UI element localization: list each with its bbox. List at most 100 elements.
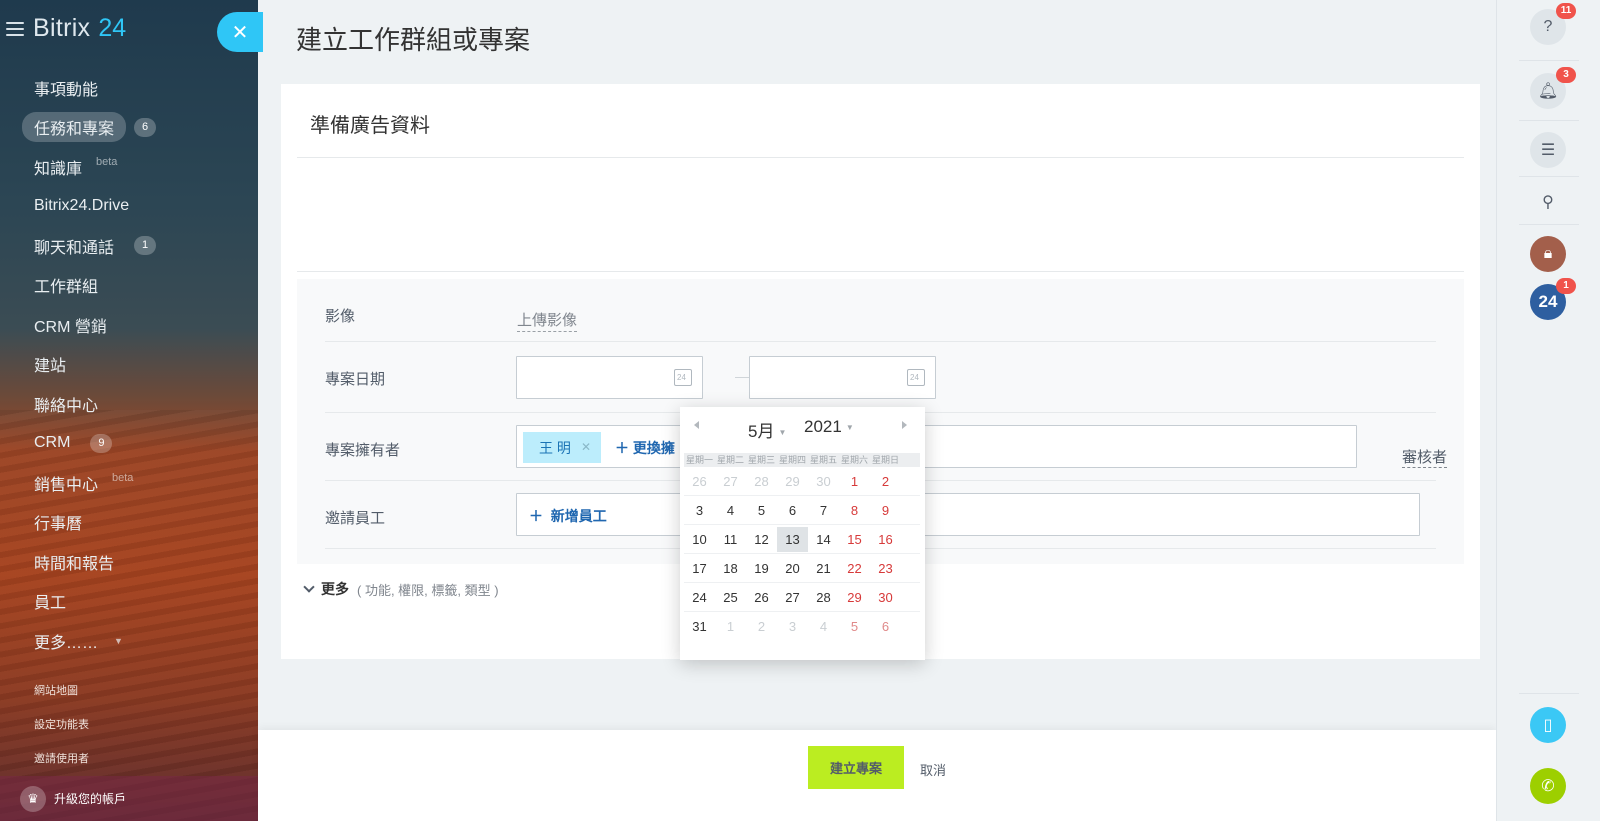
create-project-button[interactable]: 建立專案 xyxy=(808,746,904,789)
bitrix24-button[interactable]: 24 1 xyxy=(1530,278,1576,320)
prev-month-icon[interactable] xyxy=(694,421,699,429)
sidebar-item-employees[interactable]: 員工 xyxy=(0,582,258,622)
calendar-day[interactable]: 30 xyxy=(870,585,901,610)
calendar-week: 24 25 26 27 28 29 30 xyxy=(684,583,920,612)
start-date-input[interactable] xyxy=(516,356,703,399)
calendar-day[interactable]: 4 xyxy=(808,614,839,639)
notifications-button[interactable]: 🔔︎ 3 xyxy=(1530,67,1576,109)
sidebar-item-label: 知識庫 xyxy=(34,160,83,178)
calendar-day[interactable]: 14 xyxy=(808,527,839,552)
calendar-day[interactable]: 6 xyxy=(870,614,901,639)
chevron-down-icon: ▼ xyxy=(114,635,123,646)
upgrade-account-button[interactable]: ♛ 升級您的帳戶 xyxy=(0,776,258,821)
sidebar-item-sites[interactable]: 建站 xyxy=(0,345,258,385)
calendar-week: 3456789 xyxy=(684,496,920,525)
calendar-day[interactable]: 20 xyxy=(777,556,808,581)
calendar-icon[interactable] xyxy=(907,369,925,386)
lock-button[interactable]: 🔒︎ xyxy=(1530,236,1566,272)
next-month-icon[interactable] xyxy=(902,421,907,429)
calendar-day[interactable]: 18 xyxy=(715,556,746,581)
sidebar-item-time-reports[interactable]: 時間和報告 xyxy=(0,542,258,582)
calendar-day[interactable]: 22 xyxy=(839,556,870,581)
calendar-day[interactable]: 29 xyxy=(777,469,808,494)
mobile-app-button[interactable]: ▯ xyxy=(1530,707,1566,743)
calendar-day[interactable]: 15 xyxy=(839,527,870,552)
calendar-day[interactable]: 4 xyxy=(715,498,746,523)
calendar-day[interactable]: 13 xyxy=(777,526,808,552)
calendar-day[interactable]: 31 xyxy=(684,614,715,639)
sidebar-item-more[interactable]: 更多…… ▼ xyxy=(0,621,258,661)
more-options-toggle[interactable]: 更多 ( 功能, 權限, 標籤, 類型 ) xyxy=(303,579,499,599)
help-button[interactable]: ? 11 xyxy=(1530,3,1576,45)
calendar-day[interactable]: 3 xyxy=(777,614,808,639)
calendar-day[interactable]: 27 xyxy=(715,469,746,494)
phone-button[interactable]: ✆ xyxy=(1530,768,1566,804)
sidebar-item-sales-center[interactable]: 銷售中心 beta xyxy=(0,463,258,503)
upload-image-link[interactable]: 上傳影像 xyxy=(517,309,578,332)
calendar-day[interactable]: 17 xyxy=(684,556,715,581)
brand-name[interactable]: Bitrix xyxy=(33,14,90,43)
calendar-day[interactable]: 16 xyxy=(870,527,901,552)
invite-field[interactable]: ＋ 新增員工 xyxy=(516,493,1420,536)
calendar-day[interactable]: 12 xyxy=(746,527,777,552)
calendar-day[interactable]: 2 xyxy=(870,469,901,494)
calendar-day[interactable]: 28 xyxy=(746,469,777,494)
date-picker-popup: 5月 ▼ 2021 ▼ 星期一 星期二 星期三 星期四 星期五 星期六 星期日 26 27 28 29… xyxy=(680,407,925,660)
weekday-label: 星期六 xyxy=(840,455,868,465)
sidebar-item-contact-center[interactable]: 聯絡中心 xyxy=(0,384,258,424)
brand-number[interactable]: 24 xyxy=(98,14,126,43)
sidebar-item-activity-stream[interactable]: 事項動能 xyxy=(0,68,258,108)
calendar-day[interactable]: 29 xyxy=(839,585,870,610)
calendar-icon[interactable] xyxy=(674,369,692,386)
year-select[interactable]: 2021 ▼ xyxy=(804,417,854,437)
messenger-button[interactable]: ☰ xyxy=(1530,132,1566,168)
calendar-day[interactable]: 5 xyxy=(839,614,870,639)
sidebar-item-calendar[interactable]: 行事曆 xyxy=(0,503,258,543)
calendar-day[interactable]: 23 xyxy=(870,556,901,581)
remove-icon[interactable]: ✕ xyxy=(581,440,591,454)
sidebar-item-drive[interactable]: Bitrix24.Drive xyxy=(0,187,258,227)
month-select[interactable]: 5月 ▼ xyxy=(748,417,786,442)
sidebar-item-tasks[interactable]: 任務和專案 6 xyxy=(0,108,258,148)
search-button[interactable]: ⚲ xyxy=(1530,184,1566,220)
close-slider-button[interactable]: ✕ xyxy=(217,12,263,52)
sidebar-item-chat[interactable]: 聊天和通話 1 xyxy=(0,226,258,266)
calendar-day[interactable]: 28 xyxy=(808,585,839,610)
change-owner-link[interactable]: ＋ 更換擁 xyxy=(615,438,675,458)
calendar-day[interactable]: 11 xyxy=(715,527,746,552)
sidebar-item-workgroups[interactable]: 工作群組 xyxy=(0,266,258,306)
close-icon: ✕ xyxy=(231,21,249,44)
sidebar-item-crm-marketing[interactable]: CRM 營銷 xyxy=(0,305,258,345)
calendar-day[interactable]: 9 xyxy=(870,498,901,523)
calendar-day[interactable]: 30 xyxy=(808,469,839,494)
owner-field[interactable]: 王 明 ✕ ＋ 更換擁 xyxy=(516,425,1357,468)
calendar-day[interactable]: 21 xyxy=(808,556,839,581)
calendar-day[interactable]: 6 xyxy=(777,498,808,523)
calendar-day[interactable]: 2 xyxy=(746,614,777,639)
calendar-day[interactable]: 19 xyxy=(746,556,777,581)
calendar-day[interactable]: 26 xyxy=(684,469,715,494)
cancel-button[interactable]: 取消 xyxy=(920,760,946,779)
calendar-day[interactable]: 7 xyxy=(808,498,839,523)
owner-tag[interactable]: 王 明 ✕ xyxy=(523,432,601,463)
calendar-day[interactable]: 5 xyxy=(746,498,777,523)
calendar-day[interactable]: 25 xyxy=(715,585,746,610)
sidebar-item-crm[interactable]: CRM 9 xyxy=(0,424,258,464)
end-date-input[interactable] xyxy=(749,356,936,399)
project-name-input[interactable]: 準備廣告資料 xyxy=(310,109,430,138)
calendar-day[interactable]: 1 xyxy=(839,469,870,494)
calendar-day[interactable]: 27 xyxy=(777,585,808,610)
month-label: 5月 xyxy=(748,422,775,441)
calendar-day[interactable]: 1 xyxy=(715,614,746,639)
calendar-day[interactable]: 24 xyxy=(684,585,715,610)
calendar-day[interactable]: 3 xyxy=(684,498,715,523)
menu-icon[interactable] xyxy=(6,21,24,36)
sitemap-link[interactable]: 網站地圖 xyxy=(34,680,89,714)
add-employee-link[interactable]: ＋ 新增員工 xyxy=(529,506,607,526)
calendar-day[interactable]: 26 xyxy=(746,585,777,610)
sidebar-item-knowledge-base[interactable]: 知識庫 beta xyxy=(0,147,258,187)
reviewer-link[interactable]: 審核者 xyxy=(1402,446,1448,468)
configure-menu-link[interactable]: 設定功能表 xyxy=(34,714,89,748)
calendar-day[interactable]: 8 xyxy=(839,498,870,523)
calendar-day[interactable]: 10 xyxy=(684,527,715,552)
